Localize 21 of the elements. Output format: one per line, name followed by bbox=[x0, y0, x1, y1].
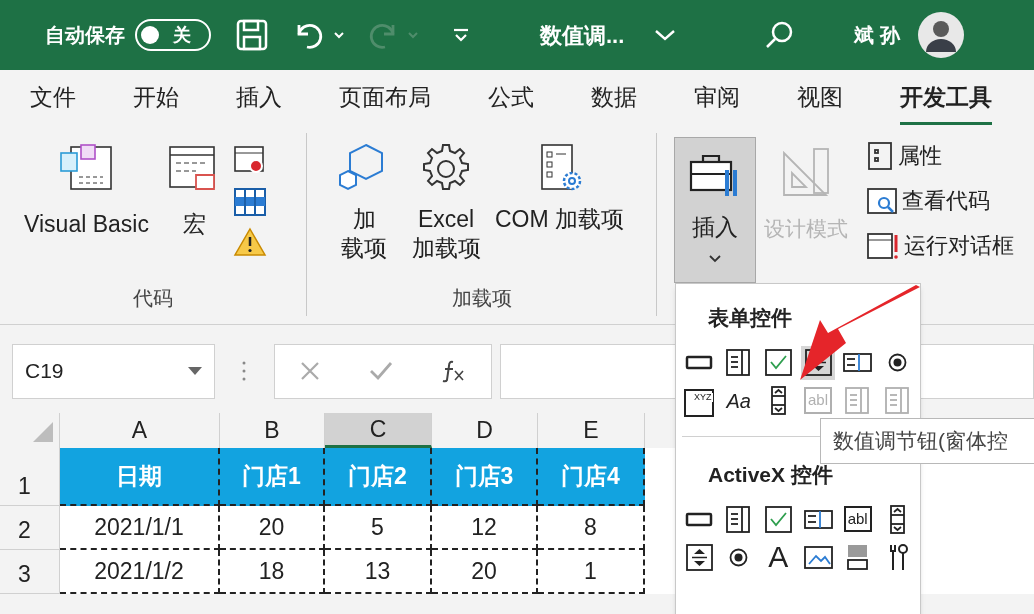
header-cell: 门店1 bbox=[220, 448, 325, 506]
menu-section-title: 表单控件 bbox=[707, 305, 793, 331]
group-label: 加载项 bbox=[451, 286, 512, 311]
table-cell: 2021/1/1 bbox=[60, 506, 220, 550]
table-cell: 20 bbox=[220, 506, 325, 550]
table-cell: 5 bbox=[325, 506, 432, 550]
table-cell: 18 bbox=[220, 550, 325, 594]
header-cell: 门店4 bbox=[538, 448, 645, 506]
table-cell: 1 bbox=[538, 550, 645, 594]
autosave-label: 自动保存 bbox=[45, 23, 125, 48]
table-cell: 12 bbox=[432, 506, 538, 550]
header-cell: 门店3 bbox=[432, 448, 538, 506]
table-cell: 13 bbox=[325, 550, 432, 594]
menu-section-title: ActiveX 控件 bbox=[707, 461, 834, 488]
table-cell: 8 bbox=[538, 506, 645, 550]
table-cell: 20 bbox=[432, 550, 538, 594]
table-cell: 2021/1/2 bbox=[60, 550, 220, 594]
tooltip: 数值调节钮(窗体控 bbox=[820, 418, 1034, 464]
header-cell: 日期 bbox=[60, 448, 220, 506]
group-label: 代码 bbox=[133, 286, 173, 311]
header-cell: 门店2 bbox=[325, 448, 432, 506]
